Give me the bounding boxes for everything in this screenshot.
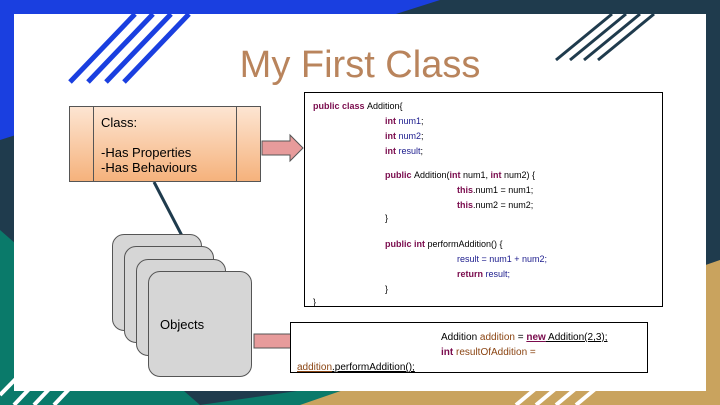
- code-token: Addition{: [367, 101, 403, 111]
- code-token: Addition: [441, 332, 480, 343]
- code-line: result = num1 + num2;: [457, 254, 547, 265]
- code-token: Addition(2,3);: [545, 332, 608, 343]
- code-line: int num2;: [385, 131, 424, 142]
- code-line: public int performAddition() {: [385, 239, 503, 250]
- code-token: addition: [479, 332, 515, 343]
- class-behaviours-line: -Has Behaviours: [101, 160, 198, 175]
- code-token: resultOfAddition =: [456, 347, 536, 358]
- class-label: Class:: [101, 115, 138, 130]
- code-line: public class Addition{: [313, 101, 403, 112]
- code-token: .num2 = num2;: [473, 200, 534, 210]
- code-token: num1: [398, 116, 422, 126]
- code-line: this.num2 = num2;: [457, 200, 533, 211]
- code-line: }: [313, 297, 316, 308]
- instance-code-line-3: addition.performAddition();: [297, 362, 415, 374]
- class-box-left-bar: [93, 107, 94, 181]
- code-token: int: [490, 170, 505, 180]
- code-token: result: [398, 146, 421, 156]
- code-token: this: [457, 200, 474, 210]
- class-box-text: Class: -Has Properties -Has Behaviours: [101, 115, 197, 175]
- code-token: this: [457, 185, 474, 195]
- code-token: ;: [421, 131, 424, 141]
- code-token: =: [514, 332, 527, 343]
- instance-code-line-1: Addition addition = new Addition(2,3);: [441, 332, 608, 344]
- code-line: public Addition(int num1, int num2) {: [385, 170, 535, 181]
- code-token: }: [313, 297, 317, 307]
- code-token: .performAddition();: [332, 362, 415, 373]
- code-token: return: [457, 269, 486, 279]
- code-token: int: [385, 131, 399, 141]
- code-line: int num1;: [385, 116, 424, 127]
- code-token: int: [441, 347, 456, 358]
- code-token: int: [385, 146, 399, 156]
- class-box: Class: -Has Properties -Has Behaviours: [69, 106, 261, 182]
- code-line: this.num1 = num1;: [457, 185, 533, 196]
- code-token: public: [385, 170, 414, 180]
- code-token: ;: [420, 146, 424, 156]
- code-line: }: [385, 213, 388, 224]
- class-to-code-arrow: [261, 133, 304, 163]
- instance-code-box: Addition addition = new Addition(2,3); i…: [290, 322, 648, 373]
- code-token: num2) {: [504, 170, 536, 180]
- code-token: performAddition() {: [427, 239, 503, 249]
- code-token: }: [385, 213, 389, 223]
- code-line: }: [385, 284, 388, 295]
- code-line: int result;: [385, 146, 423, 157]
- code-token: addition: [297, 362, 333, 373]
- code-token: new: [526, 332, 546, 343]
- instance-code-line-2: int resultOfAddition =: [441, 347, 536, 359]
- code-token: .num1 = num1;: [473, 185, 534, 195]
- code-token: public int: [385, 239, 428, 249]
- code-token: public class: [313, 101, 368, 111]
- code-token: int: [449, 170, 464, 180]
- code-token: }: [385, 284, 389, 294]
- objects-label: Objects: [160, 317, 205, 332]
- code-token: num1,: [463, 170, 491, 180]
- code-token: num2: [398, 131, 422, 141]
- code-token: result;: [485, 269, 511, 279]
- code-token: result = num1 + num2;: [457, 254, 548, 264]
- class-properties-line: -Has Properties: [101, 145, 192, 160]
- code-token: Addition(: [414, 170, 450, 180]
- code-token: int: [385, 116, 399, 126]
- class-code-box: public class Addition{int num1; int num2;…: [304, 92, 663, 307]
- code-token: ;: [421, 116, 424, 126]
- code-line: return result;: [457, 269, 510, 280]
- class-box-right-bar: [236, 107, 237, 181]
